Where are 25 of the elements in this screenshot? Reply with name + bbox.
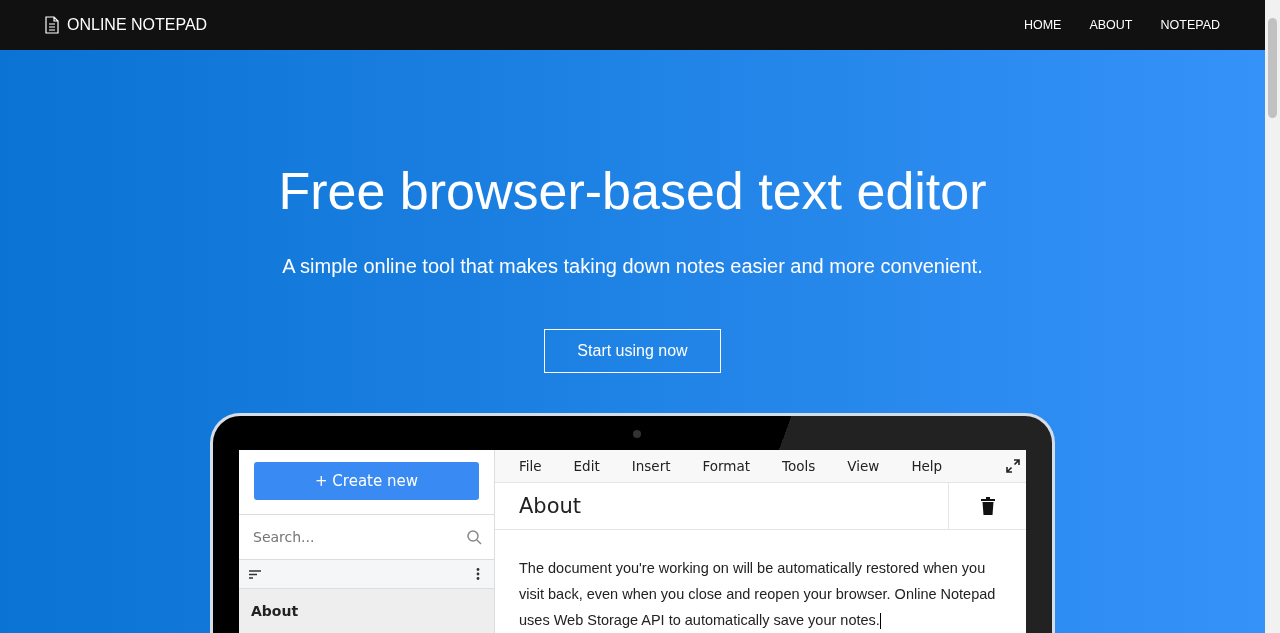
menu-item[interactable]: File (519, 457, 542, 474)
sort-icon[interactable] (249, 569, 261, 579)
menu-item[interactable]: Help (911, 457, 943, 474)
scrollbar[interactable] (1265, 0, 1280, 633)
note-item[interactable]: About (239, 589, 494, 633)
document-icon (45, 16, 59, 34)
hero-subtitle: A simple online tool that makes taking down notes easier and more convenient. (282, 255, 983, 278)
search-icon (467, 529, 482, 545)
brand-link[interactable]: ONLINE NOTEPAD (45, 16, 208, 34)
menu-item[interactable]: Tools (782, 457, 816, 474)
camera-icon (633, 430, 641, 438)
menu-item[interactable]: Insert (631, 457, 671, 474)
menu-item[interactable]: View (847, 457, 880, 474)
fullscreen-icon[interactable] (1006, 458, 1020, 473)
note-body[interactable]: The document you're working on will be automatically restored when you visit back, even when you close and reopen your browser. Online Notepad uses Web Storage API to automatically save your notes. (495, 530, 1026, 633)
nav-link[interactable]: HOME (1023, 18, 1062, 32)
trash-icon[interactable] (980, 496, 995, 515)
nav-link[interactable]: ABOUT (1089, 18, 1133, 32)
note-title[interactable]: About (495, 482, 948, 529)
menu-item[interactable]: Format (702, 457, 751, 474)
more-icon[interactable] (476, 568, 480, 581)
hero-title: Free browser-based text editor (278, 161, 987, 221)
start-button[interactable]: Start using now (544, 329, 721, 373)
nav-link[interactable]: NOTEPAD (1160, 18, 1220, 32)
menu-item[interactable]: Edit (573, 457, 600, 474)
